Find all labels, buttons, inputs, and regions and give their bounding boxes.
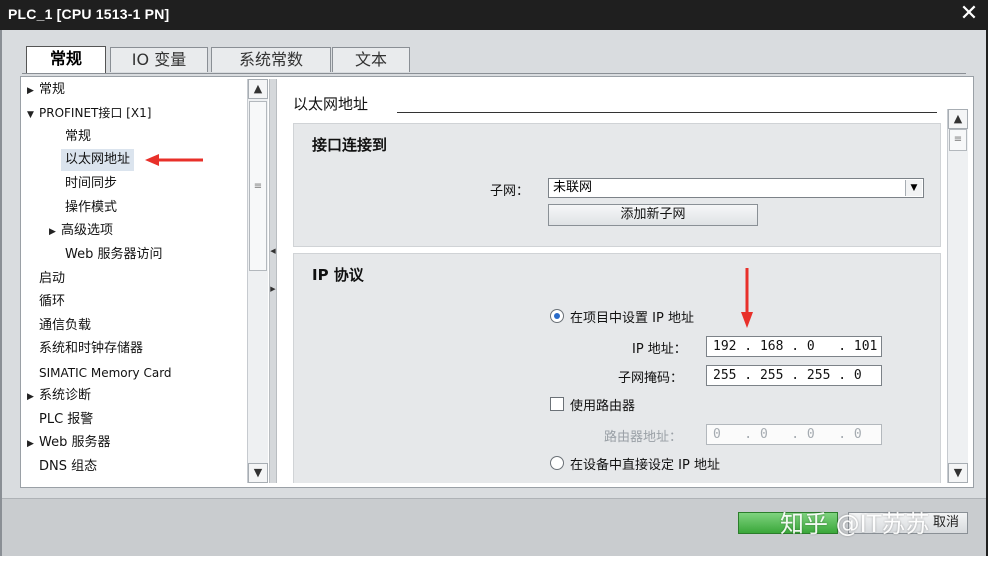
dialog-client-area: 常规 IO 变量 系统常数 文本 ▶ 常规 ▼ PROFINET接口 [X1] 常规…	[2, 30, 986, 558]
tree-item-time-sync[interactable]: 时间同步	[65, 173, 117, 195]
tree-item-label: Web 服务器访问	[65, 247, 163, 262]
use-router-checkbox[interactable]	[550, 397, 564, 411]
tree-item-label: 高级选项	[61, 223, 114, 238]
tree-item-cycle[interactable]: 循环	[39, 291, 65, 313]
tree-item-label: 常规	[65, 129, 92, 144]
subnet-value: 未联网	[553, 180, 593, 195]
tree-item-label: 系统和时钟存储器	[39, 341, 144, 356]
tree-item-label: 以太网地址	[65, 152, 131, 167]
expand-arrow-icon[interactable]: ▶	[49, 221, 61, 243]
subnet-mask-field[interactable]: 255 . 255 . 255 . 0	[706, 365, 882, 386]
close-icon[interactable]: ✕	[958, 2, 980, 26]
subnet-dropdown[interactable]: 未联网 ▼	[548, 178, 924, 198]
annotation-arrow-left-icon	[145, 154, 203, 166]
radio-set-on-device[interactable]	[550, 456, 564, 470]
ip-address-label: IP 地址：	[632, 342, 687, 357]
tab-general[interactable]: 常规	[26, 46, 106, 73]
tree-item-label: SIMATIC Memory Card	[39, 366, 172, 380]
scroll-up-icon[interactable]: ▲	[248, 79, 268, 99]
tree-item-operating-mode[interactable]: 操作模式	[65, 197, 117, 219]
group-title: 接口连接到	[312, 136, 388, 154]
expand-right-icon[interactable]: ▶	[270, 285, 276, 293]
tree-item-label: 启动	[39, 271, 66, 286]
tree-item-label: 系统诊断	[39, 388, 92, 403]
navigation-tree: ▶ 常规 ▼ PROFINET接口 [X1] 常规 以太网地址 时间同步 操作模式 …	[25, 79, 245, 483]
tree-item-comm-load[interactable]: 通信负载	[39, 315, 91, 337]
radio-set-in-project-label: 在项目中设置 IP 地址	[570, 311, 694, 326]
scroll-up-icon[interactable]: ▲	[948, 109, 968, 129]
tree-item-profinet-general[interactable]: 常规	[65, 126, 91, 148]
bottom-margin	[0, 556, 988, 563]
tree-item-label: 时间同步	[65, 176, 118, 191]
collapse-left-icon[interactable]: ◀	[270, 247, 276, 255]
tree-item-ethernet-address[interactable]: 以太网地址	[61, 149, 135, 171]
subnet-label: 子网：	[490, 184, 530, 199]
properties-panel: ▶ 常规 ▼ PROFINET接口 [X1] 常规 以太网地址 时间同步 操作模式 …	[20, 76, 974, 488]
add-subnet-button[interactable]: 添加新子网	[548, 204, 758, 226]
section-title: 以太网地址	[293, 95, 369, 113]
use-router-label: 使用路由器	[570, 399, 636, 414]
collapse-arrow-icon[interactable]: ▼	[27, 104, 39, 126]
scroll-down-icon[interactable]: ▼	[248, 463, 268, 483]
tab-io-tags[interactable]: IO 变量	[110, 47, 208, 72]
tab-system-constants[interactable]: 系统常数	[211, 47, 331, 72]
tab-text[interactable]: 文本	[332, 47, 410, 72]
radio-set-in-project[interactable]	[550, 309, 564, 323]
tree-item-profinet-interface[interactable]: ▼ PROFINET接口 [X1]	[27, 102, 151, 124]
tree-item-label: 通信负载	[39, 318, 92, 333]
watermark-text: 知乎 @IT苏苏	[780, 510, 930, 538]
section-divider	[397, 112, 937, 113]
ip-address-field[interactable]: 192 . 168 . 0 . 101	[706, 336, 882, 357]
tree-item-plc-alarms[interactable]: PLC 报警	[39, 409, 93, 431]
expand-arrow-icon[interactable]: ▶	[27, 433, 39, 455]
pane-splitter[interactable]: ◀ ▶	[269, 79, 277, 483]
expand-arrow-icon[interactable]: ▶	[27, 80, 39, 102]
tree-item-label: DNS 组态	[39, 459, 98, 474]
tree-scrollbar[interactable]: ▲ ≡ ▼	[247, 79, 268, 483]
window-titlebar: PLC_1 [CPU 1513-1 PN] ✕	[0, 0, 988, 30]
tree-item-web-server[interactable]: ▶ Web 服务器	[27, 432, 110, 454]
interface-connection-group: 接口连接到 子网： 未联网 ▼ 添加新子网	[293, 123, 941, 247]
ip-protocol-group: IP 协议 在项目中设置 IP 地址 IP 地址： 192 . 168 . 0 …	[293, 253, 941, 483]
scroll-down-icon[interactable]: ▼	[948, 463, 968, 483]
tree-item-general[interactable]: ▶ 常规	[27, 79, 65, 101]
tree-item-label: PLC 报警	[39, 412, 94, 427]
tree-item-web-server-access[interactable]: Web 服务器访问	[65, 244, 162, 266]
tree-item-label: 常规	[39, 82, 66, 97]
radio-set-on-device-label: 在设备中直接设定 IP 地址	[570, 458, 720, 473]
scroll-thumb[interactable]: ≡	[249, 101, 267, 271]
content-scrollbar[interactable]: ▲ ≡ ▼	[947, 109, 968, 483]
tab-baseline	[22, 73, 966, 74]
annotation-arrow-down-icon	[741, 268, 753, 328]
tree-item-dns-config[interactable]: DNS 组态	[39, 456, 97, 478]
chevron-down-icon[interactable]: ▼	[905, 180, 922, 196]
router-address-label: 路由器地址：	[604, 430, 683, 445]
expand-arrow-icon[interactable]: ▶	[27, 386, 39, 408]
tree-item-system-clock-memory[interactable]: 系统和时钟存储器	[39, 338, 143, 360]
group-title: IP 协议	[312, 266, 364, 284]
tree-item-startup[interactable]: 启动	[39, 268, 65, 290]
tree-item-label: Web 服务器	[39, 435, 111, 450]
tree-item-label: PROFINET接口 [X1]	[39, 106, 152, 120]
scroll-thumb[interactable]: ≡	[949, 129, 967, 151]
tree-item-advanced-options[interactable]: ▶ 高级选项	[49, 220, 113, 242]
window-title: PLC_1 [CPU 1513-1 PN]	[8, 6, 170, 22]
tree-item-system-diagnostics[interactable]: ▶ 系统诊断	[27, 385, 91, 407]
content-area: 以太网地址 接口连接到 子网： 未联网 ▼ 添加新子网 IP 协议 在项目中设置…	[279, 79, 944, 483]
tree-item-label: 操作模式	[65, 200, 118, 215]
tree-item-label: 循环	[39, 294, 66, 309]
subnet-mask-label: 子网掩码：	[618, 371, 684, 386]
router-address-field[interactable]: 0 . 0 . 0 . 0	[706, 424, 882, 445]
tree-item-memory-card[interactable]: SIMATIC Memory Card	[39, 362, 172, 384]
